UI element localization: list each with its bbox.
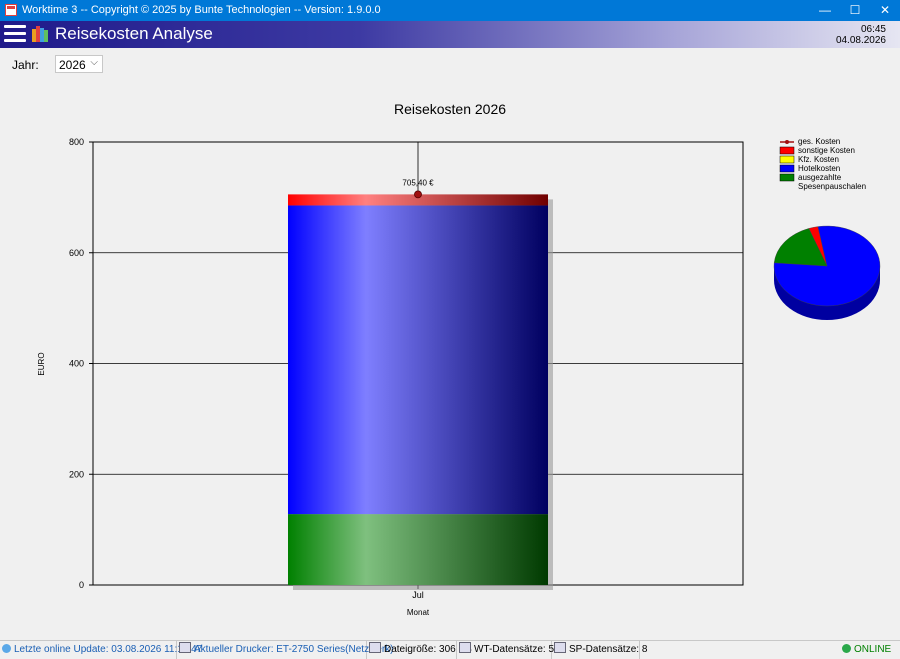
status-last-update-text: Letzte online Update: 03.08.2026 11:18:4… <box>14 644 203 655</box>
filter-bar: Jahr: 2026 ⌵ <box>0 48 900 78</box>
status-printer[interactable]: Aktueller Drucker: ET-2750 Series(Netzwe… <box>177 641 394 659</box>
printer-icon <box>179 642 191 653</box>
status-online-text: ONLINE <box>854 644 892 655</box>
y-axis-label: EURO <box>37 352 46 375</box>
app-header: Reisekosten Analyse 06:45 04.08.2026 <box>0 21 900 48</box>
legend-entry: Spesenpauschalen <box>798 182 866 191</box>
travel-cost-chart: Reisekosten 2026 EURO Monat 0 200 400 600 80… <box>37 101 881 617</box>
legend-entry: ges. Kosten <box>798 137 840 146</box>
status-filesize: Dateigröße: 306 KB <box>367 641 472 659</box>
y-tick-label: 200 <box>69 469 84 479</box>
legend-swatch <box>779 173 795 182</box>
database-icon <box>369 642 381 653</box>
chevron-down-icon: ⌵ <box>90 57 98 68</box>
clock-time: 06:45 <box>860 24 886 35</box>
year-label: Jahr: <box>12 58 39 72</box>
legend-entry: sonstige Kosten <box>798 146 855 155</box>
clock-date: 04.08.2026 <box>835 35 886 46</box>
window-titlebar: Worktime 3 -- Copyright © 2025 by Bunte … <box>0 0 900 21</box>
legend-entry: ausgezahlte <box>798 173 842 182</box>
total-point <box>414 190 422 199</box>
legend-swatch <box>779 146 795 155</box>
total-label: 705,40 € <box>402 178 434 187</box>
bar-segment <box>288 514 548 585</box>
maximize-button[interactable]: ☐ <box>840 0 870 21</box>
app-icon <box>5 4 17 16</box>
status-printer-text: Aktueller Drucker: ET-2750 Series(Netzwe… <box>194 644 394 655</box>
y-tick-label: 0 <box>79 580 84 590</box>
status-sp-records: SP-Datensätze: 8 <box>552 641 647 659</box>
year-select[interactable]: 2026 ⌵ <box>55 55 103 73</box>
close-button[interactable]: ✕ <box>870 0 900 21</box>
y-tick-label: 800 <box>69 137 84 147</box>
legend-swatch <box>785 140 789 144</box>
menu-icon[interactable] <box>4 25 26 44</box>
books-icon <box>32 26 48 42</box>
globe-icon <box>2 644 11 653</box>
legend-swatch <box>779 155 795 164</box>
status-bar: Letzte online Update: 03.08.2026 11:18:4… <box>0 640 900 659</box>
legend-swatch <box>779 164 795 173</box>
status-online: ONLINE <box>840 641 900 659</box>
bar-segment <box>288 205 548 515</box>
window-title: Worktime 3 -- Copyright © 2025 by Bunte … <box>22 4 381 16</box>
database-icon <box>459 642 471 653</box>
y-tick-label: 400 <box>69 359 84 369</box>
status-last-update: Letzte online Update: 03.08.2026 11:18:4… <box>0 641 202 659</box>
year-select-value: 2026 <box>59 58 86 72</box>
status-sp-text: SP-Datensätze: 8 <box>569 644 648 655</box>
legend-entry: Hotelkosten <box>798 164 840 173</box>
chart-title: Reisekosten 2026 <box>394 101 506 117</box>
clock: 06:45 04.08.2026 <box>836 24 886 46</box>
x-axis-label: Monat <box>407 608 430 617</box>
legend-entry: Kfz. Kosten <box>798 155 839 164</box>
database-icon <box>554 642 566 653</box>
x-tick-label: Jul <box>412 590 424 600</box>
minimize-button[interactable]: — <box>810 0 840 21</box>
y-tick-label: 600 <box>69 248 84 258</box>
online-icon <box>842 644 851 653</box>
page-title: Reisekosten Analyse <box>55 24 213 43</box>
status-wt-records: WT-Datensätze: 581 <box>457 641 565 659</box>
